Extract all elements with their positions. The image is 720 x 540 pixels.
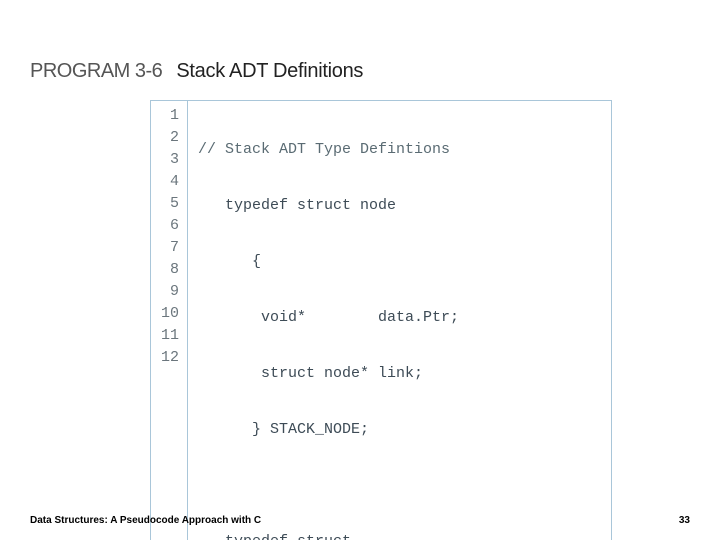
line-number: 9	[161, 281, 179, 303]
line-number: 7	[161, 237, 179, 259]
line-number: 12	[161, 347, 179, 369]
code-line: void* data.Ptr;	[198, 307, 459, 329]
code-line: {	[198, 251, 459, 273]
line-number: 8	[161, 259, 179, 281]
line-number: 2	[161, 127, 179, 149]
code-line: typedef struct	[198, 531, 459, 540]
code-line: } STACK_NODE;	[198, 419, 459, 441]
line-number-gutter: 1 2 3 4 5 6 7 8 9 10 11 12	[151, 101, 188, 540]
footer-book-title: Data Structures: A Pseudocode Approach w…	[30, 515, 261, 526]
program-label: PROGRAM 3-6	[30, 60, 162, 82]
program-header: PROGRAM 3-6 Stack ADT Definitions	[30, 60, 363, 83]
slide: PROGRAM 3-6 Stack ADT Definitions 1 2 3 …	[0, 0, 720, 540]
line-number: 1	[161, 105, 179, 127]
slide-footer: Data Structures: A Pseudocode Approach w…	[30, 515, 690, 526]
line-number: 10	[161, 303, 179, 325]
code-line: typedef struct node	[198, 195, 459, 217]
code-line: // Stack ADT Type Defintions	[198, 139, 459, 161]
program-title: Stack ADT Definitions	[176, 60, 363, 82]
code-body: // Stack ADT Type Defintions typedef str…	[188, 101, 467, 540]
line-number: 11	[161, 325, 179, 347]
line-number: 3	[161, 149, 179, 171]
line-number: 6	[161, 215, 179, 237]
code-line	[198, 475, 459, 497]
code-listing: 1 2 3 4 5 6 7 8 9 10 11 12 // Stack ADT …	[150, 100, 612, 540]
footer-page-number: 33	[679, 515, 690, 526]
line-number: 5	[161, 193, 179, 215]
code-line: struct node* link;	[198, 363, 459, 385]
line-number: 4	[161, 171, 179, 193]
